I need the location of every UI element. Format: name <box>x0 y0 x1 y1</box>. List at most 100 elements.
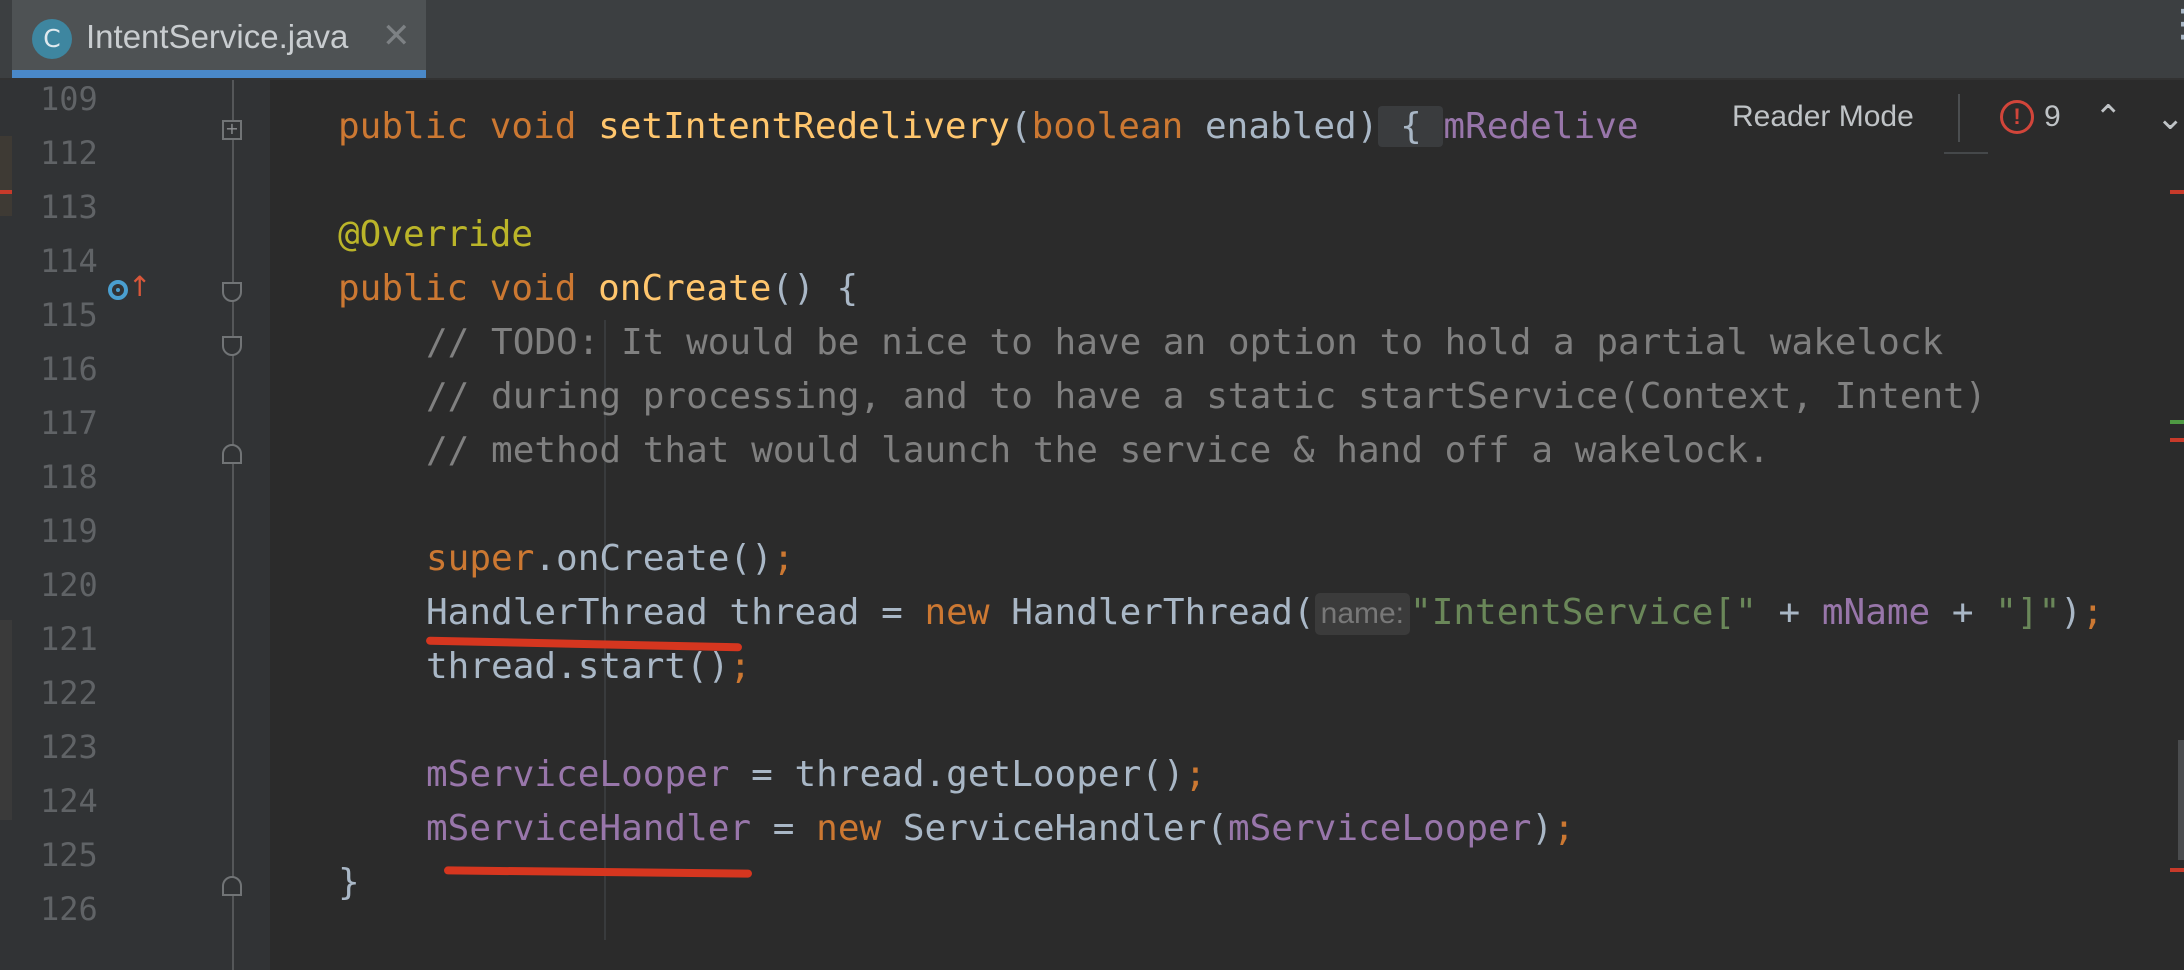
punct: () { <box>771 268 859 309</box>
fold-collapse-icon[interactable] <box>222 282 242 302</box>
more-options-icon[interactable]: ⋮ <box>2164 4 2184 42</box>
error-count[interactable]: 9 <box>2044 100 2061 134</box>
error-icon[interactable]: ! <box>2000 100 2034 134</box>
keyword: super <box>426 538 535 579</box>
line-number: 123 <box>40 728 98 766</box>
line-number: 117 <box>40 404 98 442</box>
operator: = <box>751 808 817 849</box>
call: .onCreate() <box>534 538 773 579</box>
constructor: ServiceHandler( <box>881 808 1228 849</box>
code-line-117: // method that would launch the service … <box>426 430 1770 471</box>
semicolon: ; <box>772 538 795 579</box>
line-number: 118 <box>40 458 98 496</box>
line-number: 114 <box>40 242 98 280</box>
code-line-125: } <box>338 862 360 903</box>
constructor: HandlerThread( <box>989 592 1315 633</box>
keyword: boolean <box>1031 106 1184 147</box>
strip-marker <box>0 620 12 820</box>
semicolon: ; <box>1553 808 1575 849</box>
error-stripe-marker[interactable] <box>2170 190 2184 194</box>
code-line-120: HandlerThread thread = new HandlerThread… <box>426 592 2104 635</box>
comment: // during processing, and to have a stat… <box>426 376 1987 417</box>
code-line-124: mServiceHandler = new ServiceHandler(mSe… <box>426 808 1575 849</box>
code-line-114: public void onCreate() { <box>338 268 858 309</box>
line-number: 126 <box>40 890 98 928</box>
up-arrow-icon: ↑ <box>128 270 152 303</box>
override-circle-icon <box>108 280 128 300</box>
reader-mode-button[interactable]: Reader Mode <box>1732 100 1914 134</box>
semicolon: ; <box>1184 754 1207 795</box>
comment: // TODO: It would be nice to have an opt… <box>426 322 1944 363</box>
keyword: new <box>924 592 990 633</box>
code-line-115: // TODO: It would be nice to have an opt… <box>426 322 1943 363</box>
string: "IntentService[" <box>1410 592 1757 633</box>
code-line-123: mServiceLooper = thread.getLooper(); <box>426 754 1206 795</box>
punct: ( <box>1009 106 1032 147</box>
fold-end-icon[interactable] <box>222 444 242 464</box>
comment: // method that would launch the service … <box>426 430 1770 471</box>
method-name: setIntentRedelivery <box>598 106 1010 147</box>
field: mServiceLooper <box>426 754 730 795</box>
code-editor[interactable]: public void setIntentRedelivery(boolean … <box>270 80 2184 970</box>
keyword: public void <box>338 268 599 309</box>
separator <box>1958 94 1960 142</box>
java-class-icon: C <box>32 19 72 59</box>
code-line-121: thread.start(); <box>426 646 751 687</box>
line-number: 125 <box>40 836 98 874</box>
semicolon: ; <box>729 646 752 687</box>
error-stripe-marker[interactable] <box>2170 868 2184 872</box>
field: mServiceLooper <box>1227 808 1532 849</box>
line-number: 121 <box>40 620 98 658</box>
line-number: 124 <box>40 782 98 820</box>
line-number: 109 <box>40 80 98 118</box>
fold-guide-line <box>232 80 234 970</box>
line-number: 113 <box>40 188 98 226</box>
closing-brace: } <box>338 862 360 903</box>
string: "]" <box>1995 592 2061 633</box>
separator <box>1944 152 1988 154</box>
fold-end-icon[interactable] <box>222 876 242 896</box>
fold-collapse-icon[interactable] <box>222 336 242 356</box>
line-number: 116 <box>40 350 98 388</box>
punct: ) <box>2060 592 2082 633</box>
line-number: 112 <box>40 134 98 172</box>
line-number: 120 <box>40 566 98 604</box>
code-line-116: // during processing, and to have a stat… <box>426 376 1987 417</box>
keyword: public void <box>338 106 599 147</box>
annotation: @Override <box>338 214 534 255</box>
active-tab-indicator <box>12 70 426 78</box>
left-tool-strip <box>0 80 12 970</box>
line-number: 119 <box>40 512 98 550</box>
next-highlight-icon[interactable]: ⌄ <box>2156 98 2184 138</box>
assignment: = thread.getLooper() <box>729 754 1185 795</box>
declaration: HandlerThread thread = <box>426 592 925 633</box>
field: mRedelive <box>1443 106 1639 147</box>
field: mName <box>1821 592 1931 633</box>
punct: ) <box>1531 808 1554 849</box>
code-line-109: public void setIntentRedelivery(boolean … <box>338 106 1639 147</box>
operator: + <box>1930 592 1996 633</box>
param: enabled) <box>1183 106 1379 147</box>
code-line-113: @Override <box>338 214 533 255</box>
tab-title[interactable]: IntentService.java <box>86 18 348 56</box>
keyword: new <box>816 808 882 849</box>
parameter-hint: name: <box>1314 593 1411 635</box>
line-number: 122 <box>40 674 98 712</box>
method-name: onCreate <box>598 268 772 309</box>
line-number: 115 <box>40 296 98 334</box>
error-stripe-marker[interactable] <box>2170 438 2184 442</box>
code-line-119: super.onCreate(); <box>426 538 794 579</box>
fold-expand-icon[interactable]: + <box>222 120 242 140</box>
operator: + <box>1756 592 1822 633</box>
override-method-icon[interactable]: ↑ <box>108 270 151 308</box>
semicolon: ; <box>2081 592 2104 633</box>
previous-highlight-icon[interactable]: ⌃ <box>2094 98 2123 138</box>
vertical-scrollbar[interactable] <box>2178 740 2184 860</box>
strip-error-marker <box>0 190 12 194</box>
field: mServiceHandler <box>426 808 752 849</box>
folded-body[interactable]: { <box>1378 106 1444 147</box>
close-tab-icon[interactable]: ✕ <box>382 16 411 56</box>
change-stripe-marker[interactable] <box>2170 420 2184 424</box>
call: thread.start() <box>426 646 730 687</box>
strip-marker <box>0 136 12 216</box>
